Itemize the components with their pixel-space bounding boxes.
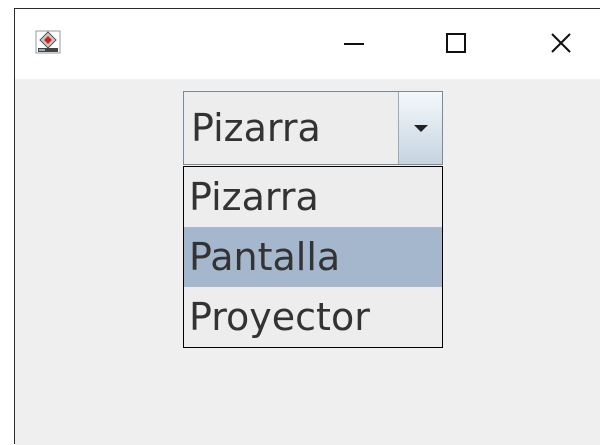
app-window: Pizarra Pizarra Pantalla Proyector — [14, 8, 600, 445]
combo-dropdown-list: Pizarra Pantalla Proyector — [183, 166, 443, 348]
java-app-icon — [35, 30, 61, 54]
chevron-down-icon — [413, 125, 428, 132]
list-item-proyector[interactable]: Proyector — [184, 287, 442, 347]
maximize-button[interactable] — [433, 25, 479, 61]
close-icon — [551, 33, 571, 53]
combo-arrow-button[interactable] — [399, 92, 442, 164]
title-bar[interactable] — [15, 9, 600, 79]
combo-box[interactable]: Pizarra — [183, 91, 443, 165]
list-item-pantalla[interactable]: Pantalla — [184, 227, 442, 287]
maximize-icon — [446, 33, 466, 53]
combo-selected-value[interactable]: Pizarra — [184, 92, 399, 164]
minimize-icon — [344, 43, 364, 45]
close-button[interactable] — [538, 25, 584, 61]
list-item-pizarra[interactable]: Pizarra — [184, 167, 442, 227]
minimize-button[interactable] — [331, 25, 377, 61]
content-pane: Pizarra Pizarra Pantalla Proyector — [15, 79, 600, 445]
